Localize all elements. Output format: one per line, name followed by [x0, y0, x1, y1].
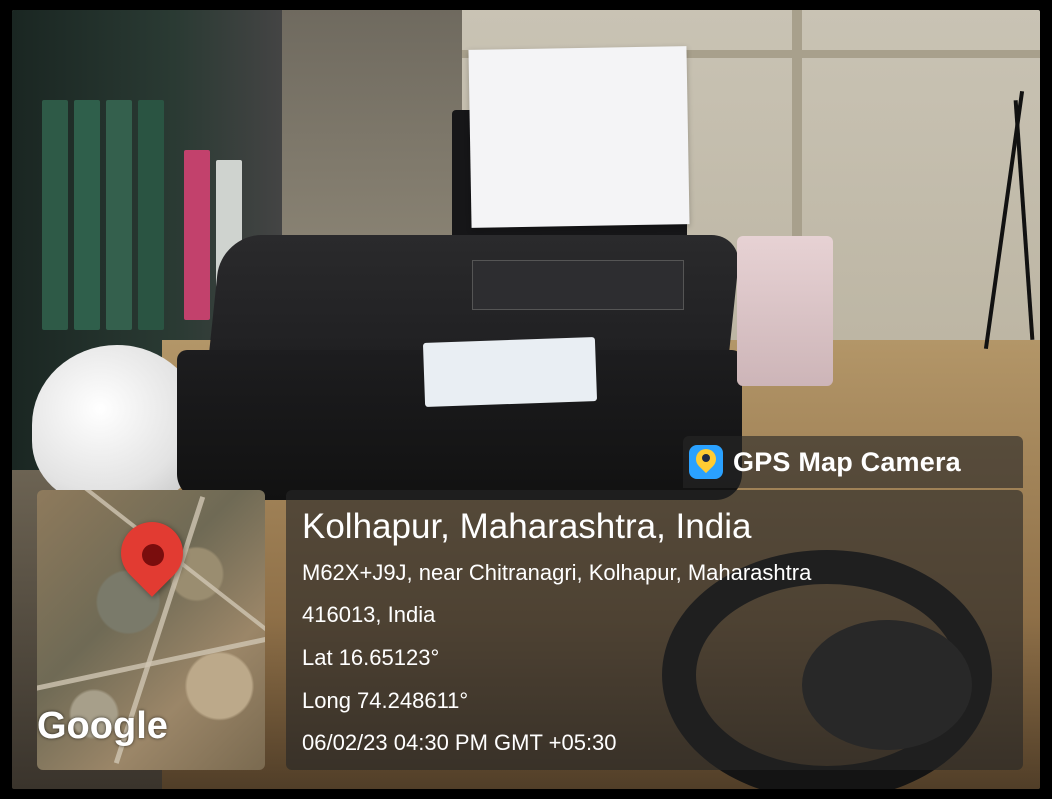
printer-sticker [472, 260, 684, 310]
paper-sheet [468, 46, 690, 228]
printer-label [422, 337, 598, 407]
binder [74, 100, 100, 330]
location-title: Kolhapur, Maharashtra, India [302, 507, 752, 546]
map-thumbnail: Google [37, 490, 265, 770]
pen-holder [737, 236, 833, 386]
longitude: Long 74.248611° [302, 688, 469, 713]
timestamp: 06/02/23 04:30 PM GMT +05:30 [302, 730, 617, 755]
address-line-1: M62X+J9J, near Chitranagri, Kolhapur, Ma… [302, 560, 812, 585]
photo-frame: GPS Map Camera Google Kolhapur, Maharash… [0, 0, 1052, 799]
gps-map-camera-icon [689, 445, 723, 479]
google-logo: Google [37, 705, 168, 747]
binder [138, 100, 164, 330]
binder [184, 150, 210, 320]
gps-map-camera-badge: GPS Map Camera [683, 436, 1023, 488]
address-line-2: 416013, India [302, 602, 436, 627]
brand-label: GPS Map Camera [733, 446, 961, 477]
latitude: Lat 16.65123° [302, 645, 440, 670]
binder [42, 100, 68, 330]
map-pin-dot [142, 544, 164, 566]
binder [106, 100, 132, 330]
